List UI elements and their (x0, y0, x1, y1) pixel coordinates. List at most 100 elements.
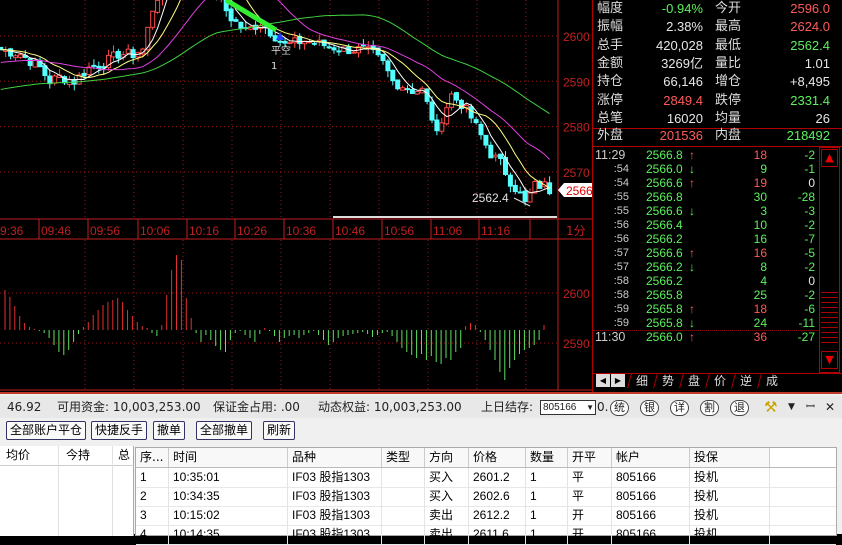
candle-body (439, 122, 445, 132)
tick-price: 2566.4 (646, 218, 683, 232)
column-header[interactable]: 时间 (169, 448, 288, 467)
status-icon-button[interactable]: 银 (640, 400, 659, 416)
tick-change: -7 (804, 232, 815, 246)
tick-scrollbar[interactable]: ▲ ▼ (819, 147, 840, 373)
tab-4[interactable]: 逆 (731, 374, 761, 388)
tab-label: 成 (766, 374, 779, 388)
tick-row: 11:29 2566.8 ↑ 18 -2 (593, 148, 819, 162)
action-button-1[interactable]: 快捷反手 (91, 421, 148, 440)
table-cell: 买入 (425, 468, 469, 487)
price-tick-label: 2590 (563, 75, 590, 89)
tick-price: 2566.8 (646, 190, 683, 204)
candle-body (155, 0, 161, 13)
candle-body (493, 154, 499, 158)
quote-value: 3269亿 (661, 55, 703, 71)
status-icon-button[interactable]: 退 (730, 400, 749, 416)
tab-0[interactable]: 细 (627, 374, 657, 388)
table-cell: 1 (526, 487, 568, 506)
arrow-down-icon: ↓ (689, 162, 695, 176)
tick-volume: 18 (753, 148, 767, 162)
tick-time: :56 (613, 219, 629, 231)
table-cell (382, 506, 425, 525)
action-button-2[interactable]: 撤单 (153, 421, 186, 440)
column-header[interactable]: 品种 (288, 448, 382, 467)
table-cell: 平 (568, 487, 612, 506)
candle-body (272, 35, 278, 42)
column-header[interactable]: 类型 (382, 448, 425, 467)
tools-icon[interactable]: ⚒ (764, 396, 777, 418)
tick-volume: 9 (760, 162, 767, 176)
table-cell: 卖出 (425, 525, 469, 544)
dynamic-equity: 动态权益: 10,003,253.00 (318, 400, 462, 414)
table-cell: 1 (526, 525, 568, 544)
column-header[interactable]: 数量 (526, 448, 568, 467)
tab-label: 细 (636, 374, 649, 388)
tick-time: :59 (613, 303, 629, 315)
scroll-up-icon[interactable]: ▲ (821, 149, 838, 167)
candle-body (115, 50, 121, 59)
tab-2[interactable]: 盘 (679, 374, 709, 388)
tick-volume: 24 (753, 316, 767, 330)
tick-price: 2566.6 (646, 246, 683, 260)
status-icon-button[interactable]: 详 (670, 400, 689, 416)
candle-body (454, 92, 459, 101)
column-header[interactable]: 序... (136, 448, 169, 467)
candle-body (336, 50, 342, 53)
position-table: 均价 今持 总 (0, 446, 134, 536)
tick-change: 0 (808, 274, 815, 288)
time-tick-label: 10:16 (189, 224, 219, 238)
arrow-up-icon: ↑ (689, 246, 695, 260)
candle-body (395, 79, 401, 90)
table-cell (382, 525, 425, 544)
tick-row: :57 2566.6 ↑ 16 -5 (593, 246, 819, 260)
tick-change: -5 (804, 246, 815, 260)
tick-price: 2566.2 (646, 274, 683, 288)
tick-volume: 19 (753, 176, 767, 190)
candle-body (478, 123, 484, 136)
table-cell: 2602.6 (469, 487, 526, 506)
action-button-0[interactable]: 全部账户平仓 (6, 421, 87, 440)
tab-3[interactable]: 价 (705, 374, 735, 388)
action-button-3[interactable]: 全部撤单 (196, 421, 253, 440)
status-icon-button[interactable]: 统 (610, 400, 629, 416)
low-price-label: 2562.4 (472, 191, 509, 205)
candle-body (91, 64, 97, 67)
candle-body (512, 184, 518, 193)
tab-next-button[interactable]: ▶ (611, 374, 625, 387)
tick-row: :55 2566.6 ↓ 3 -3 (593, 204, 819, 218)
candle-body (400, 87, 406, 91)
time-tick-label: 11:06 (433, 224, 462, 238)
header-avg-price: 均价 (6, 448, 31, 462)
pin-icon[interactable]: ꟷ (806, 396, 815, 418)
tick-time: :56 (613, 233, 629, 245)
scroll-thumb[interactable] (821, 288, 838, 346)
tick-volume: 25 (753, 288, 767, 302)
candle-body (409, 89, 415, 94)
close-icon[interactable]: ✕ (825, 396, 835, 418)
candle-body (52, 75, 58, 84)
tab-label: 逆 (740, 374, 753, 388)
tab-5[interactable]: 成 (757, 374, 787, 388)
column-header[interactable]: 投保 (690, 448, 770, 467)
column-header[interactable]: 价格 (469, 448, 526, 467)
account-select[interactable]: 805166 ▼ (540, 400, 596, 415)
tab-1[interactable]: 势 (653, 374, 683, 388)
kline-chart[interactable]: 平空 1 2562.4 2600 2590 2580 2570 2566 9:36 09:… (0, 0, 592, 392)
tab-prev-button[interactable]: ◀ (596, 374, 610, 387)
tick-time: :54 (613, 163, 629, 175)
table-cell: 买入 (425, 487, 469, 506)
status-icon-button[interactable]: 割 (700, 400, 719, 416)
tick-change: -1 (804, 162, 815, 176)
tick-change: -2 (804, 260, 815, 274)
tick-row: :54 2566.0 ↓ 9 -1 (593, 162, 819, 176)
quote-label: 增仓 (715, 74, 742, 90)
column-header[interactable]: 方向 (425, 448, 469, 467)
dropdown-icon[interactable]: ▼ (788, 396, 795, 418)
scroll-down-icon[interactable]: ▼ (821, 351, 838, 369)
table-cell (382, 468, 425, 487)
column-header[interactable]: 开平 (568, 448, 612, 467)
column-header[interactable]: 帐户 (612, 448, 690, 467)
candle-body (277, 40, 283, 43)
candle-body (81, 72, 87, 77)
action-button-4[interactable]: 刷新 (263, 421, 296, 440)
